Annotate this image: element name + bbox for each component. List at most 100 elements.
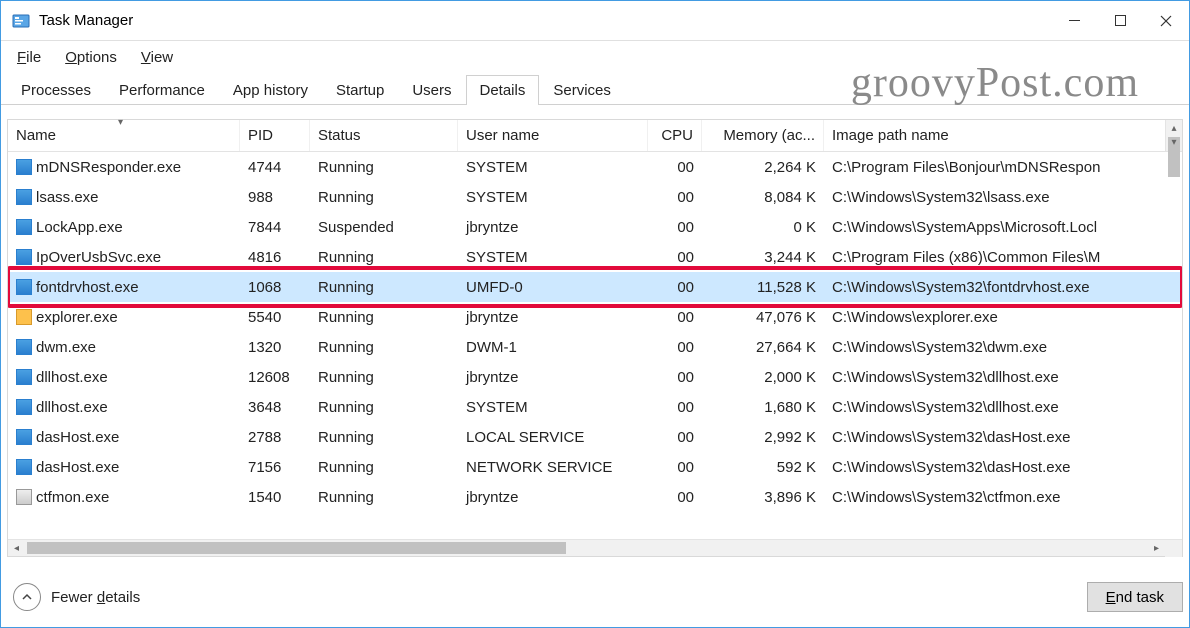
cell-path: C:\Windows\System32\dasHost.exe	[824, 459, 1168, 476]
scroll-down-icon[interactable]: ▾	[1166, 134, 1182, 151]
header-cpu[interactable]: CPU	[648, 120, 702, 151]
cell-name: ctfmon.exe	[36, 489, 109, 506]
cell-mem: 3,244 K	[702, 249, 824, 266]
cell-pid: 7844	[240, 219, 310, 236]
cell-pid: 1540	[240, 489, 310, 506]
process-icon	[16, 369, 32, 385]
cell-name: LockApp.exe	[36, 219, 123, 236]
chevron-up-icon	[13, 583, 41, 611]
cell-path: C:\Windows\System32\dwm.exe	[824, 339, 1168, 356]
table-row[interactable]: ctfmon.exe1540Runningjbryntze003,896 KC:…	[8, 482, 1182, 512]
cell-mem: 2,000 K	[702, 369, 824, 386]
cell-user: DWM-1	[458, 339, 648, 356]
cell-pid: 988	[240, 189, 310, 206]
titlebar[interactable]: Task Manager	[1, 1, 1189, 41]
tab-processes[interactable]: Processes	[7, 75, 105, 105]
fewer-details-button[interactable]: Fewer details	[7, 583, 140, 611]
tab-users[interactable]: Users	[398, 75, 465, 105]
table-row[interactable]: IpOverUsbSvc.exe4816RunningSYSTEM003,244…	[8, 242, 1182, 272]
process-icon	[16, 489, 32, 505]
table-row[interactable]: dasHost.exe7156RunningNETWORK SERVICE005…	[8, 452, 1182, 482]
cell-pid: 5540	[240, 309, 310, 326]
cell-mem: 27,664 K	[702, 339, 824, 356]
header-name[interactable]: Name	[8, 120, 240, 151]
header-status[interactable]: Status	[310, 120, 458, 151]
menubar: File Options View	[1, 41, 1189, 71]
table-row[interactable]: dasHost.exe2788RunningLOCAL SERVICE002,9…	[8, 422, 1182, 452]
cell-mem: 2,264 K	[702, 159, 824, 176]
table-row[interactable]: mDNSResponder.exe4744RunningSYSTEM002,26…	[8, 152, 1182, 182]
process-icon	[16, 159, 32, 175]
cell-cpu: 00	[648, 279, 702, 296]
cell-path: C:\Windows\explorer.exe	[824, 309, 1168, 326]
table-row[interactable]: LockApp.exe7844Suspendedjbryntze000 KC:\…	[8, 212, 1182, 242]
table-row[interactable]	[8, 512, 1182, 524]
cell-status: Running	[310, 489, 458, 506]
process-icon	[16, 309, 32, 325]
header-user[interactable]: User name	[458, 120, 648, 151]
cell-path: C:\Windows\System32\dasHost.exe	[824, 429, 1168, 446]
table-row[interactable]: fontdrvhost.exe1068RunningUMFD-00011,528…	[8, 272, 1182, 302]
cell-user: SYSTEM	[458, 159, 648, 176]
menu-view[interactable]: View	[131, 46, 183, 69]
table-row[interactable]: dllhost.exe3648RunningSYSTEM001,680 KC:\…	[8, 392, 1182, 422]
cell-pid: 2788	[240, 429, 310, 446]
cell-cpu: 00	[648, 489, 702, 506]
horizontal-scrollbar[interactable]: ◂ ▸	[8, 539, 1182, 556]
cell-status: Running	[310, 279, 458, 296]
tab-app-history[interactable]: App history	[219, 75, 322, 105]
table-row[interactable]: lsass.exe988RunningSYSTEM008,084 KC:\Win…	[8, 182, 1182, 212]
maximize-button[interactable]	[1097, 1, 1143, 41]
cell-name: dllhost.exe	[36, 399, 108, 416]
tab-startup[interactable]: Startup	[322, 75, 398, 105]
table-row[interactable]: dllhost.exe12608Runningjbryntze002,000 K…	[8, 362, 1182, 392]
scroll-right-icon[interactable]: ▸	[1148, 543, 1165, 554]
cell-pid: 1068	[240, 279, 310, 296]
cell-cpu: 00	[648, 249, 702, 266]
process-icon	[16, 189, 32, 205]
cell-user: SYSTEM	[458, 399, 648, 416]
cell-path: C:\Program Files (x86)\Common Files\M	[824, 249, 1168, 266]
cell-cpu: 00	[648, 459, 702, 476]
menu-file[interactable]: File	[7, 46, 51, 69]
cell-status: Running	[310, 339, 458, 356]
header-path[interactable]: Image path name	[824, 120, 1168, 151]
cell-path: C:\Windows\System32\dllhost.exe	[824, 399, 1168, 416]
header-memory[interactable]: Memory (ac...	[702, 120, 824, 151]
end-task-button[interactable]: End task	[1087, 582, 1183, 612]
cell-cpu: 00	[648, 399, 702, 416]
menu-options[interactable]: Options	[55, 46, 127, 69]
cell-name: IpOverUsbSvc.exe	[36, 249, 161, 266]
cell-status: Running	[310, 159, 458, 176]
process-icon	[16, 279, 32, 295]
cell-status: Running	[310, 249, 458, 266]
hscroll-thumb[interactable]	[27, 542, 566, 554]
tab-details[interactable]: Details	[466, 75, 540, 105]
table-row[interactable]: explorer.exe5540Runningjbryntze0047,076 …	[8, 302, 1182, 332]
window-title: Task Manager	[39, 12, 133, 29]
process-icon	[16, 249, 32, 265]
app-icon	[11, 11, 31, 31]
cell-mem: 47,076 K	[702, 309, 824, 326]
tab-services[interactable]: Services	[539, 75, 625, 105]
cell-user: LOCAL SERVICE	[458, 429, 648, 446]
close-button[interactable]	[1143, 1, 1189, 41]
cell-cpu: 00	[648, 309, 702, 326]
cell-name: dasHost.exe	[36, 459, 119, 476]
cell-pid: 4744	[240, 159, 310, 176]
cell-name: explorer.exe	[36, 309, 118, 326]
process-icon	[16, 459, 32, 475]
table-row[interactable]: dwm.exe1320RunningDWM-10027,664 KC:\Wind…	[8, 332, 1182, 362]
vertical-scrollbar[interactable]: ▴ ▾	[1165, 120, 1182, 151]
cell-path: C:\Windows\System32\dllhost.exe	[824, 369, 1168, 386]
cell-path: C:\Windows\System32\lsass.exe	[824, 189, 1168, 206]
header-pid[interactable]: PID	[240, 120, 310, 151]
table-header: ▾ Name PID Status User name CPU Memory (…	[8, 120, 1182, 152]
tab-performance[interactable]: Performance	[105, 75, 219, 105]
cell-mem: 2,992 K	[702, 429, 824, 446]
cell-status: Running	[310, 399, 458, 416]
minimize-button[interactable]	[1051, 1, 1097, 41]
cell-user: SYSTEM	[458, 189, 648, 206]
scroll-left-icon[interactable]: ◂	[8, 543, 25, 554]
cell-user: NETWORK SERVICE	[458, 459, 648, 476]
